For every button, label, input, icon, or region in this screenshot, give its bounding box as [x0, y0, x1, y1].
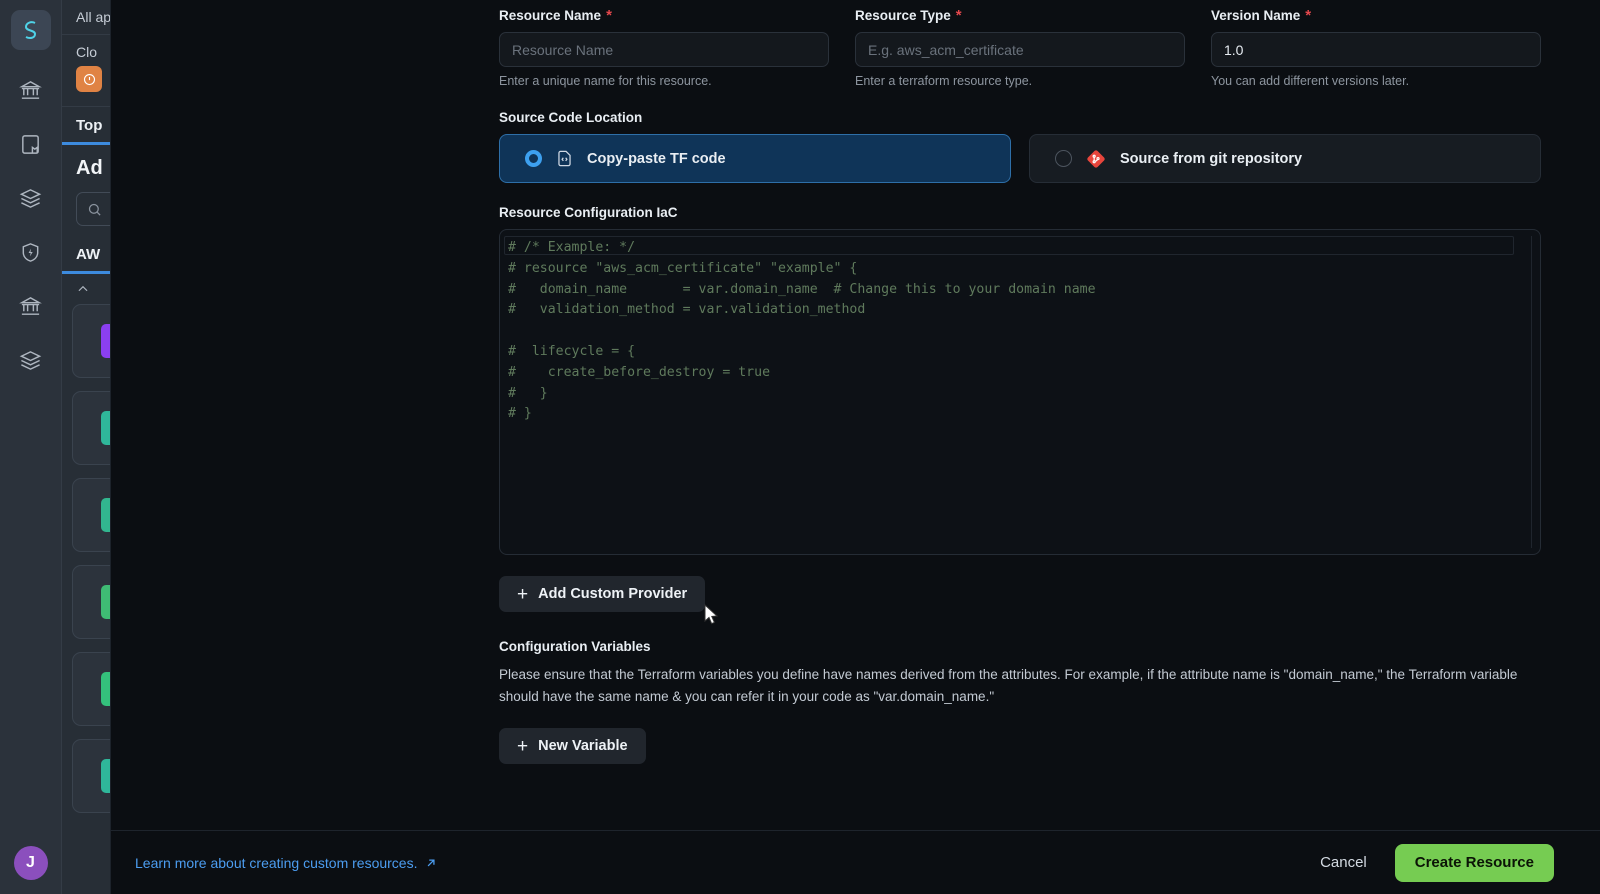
- external-link-icon: [428, 858, 436, 866]
- radio-unselected-icon: [1055, 150, 1072, 167]
- version-name-input[interactable]: [1211, 32, 1541, 67]
- sidebar-item-layers-1[interactable]: [9, 172, 53, 224]
- app-logo-icon: [24, 21, 36, 39]
- cancel-button[interactable]: Cancel: [1320, 854, 1367, 871]
- required-marker: *: [1305, 7, 1312, 24]
- code-file-icon: [558, 150, 571, 167]
- new-variable-row: + New Variable: [499, 728, 1541, 764]
- version-name-hint: You can add different versions later.: [1211, 74, 1410, 88]
- code-editor[interactable]: # /* Example: */ # resource "aws_acm_cer…: [499, 229, 1541, 555]
- resource-name-input[interactable]: [499, 32, 829, 67]
- field-resource-name: Resource Name * Enter a unique name for …: [499, 8, 829, 88]
- add-provider-row: + Add Custom Provider: [499, 576, 1541, 612]
- bank-icon: [19, 80, 42, 99]
- configuration-variables-section: Configuration Variables Please ensure th…: [499, 639, 1541, 764]
- plus-icon: +: [517, 735, 529, 757]
- option-label: Source from git repository: [1120, 150, 1303, 167]
- book-bookmark-icon: [22, 134, 39, 154]
- footer-actions: Cancel Create Resource: [1320, 843, 1554, 882]
- required-marker: *: [955, 7, 962, 24]
- version-name-label: Version Name *: [1211, 8, 1541, 23]
- resource-config-label: Resource Configuration IaC: [499, 205, 678, 220]
- resource-type-label: Resource Type *: [855, 8, 1185, 23]
- resource-name-hint: Enter a unique name for this resource.: [499, 74, 712, 88]
- label-text: Version Name: [1211, 8, 1301, 23]
- source-code-location-label: Source Code Location: [499, 110, 643, 125]
- label-text: Resource Name: [499, 8, 602, 23]
- icon-rail: J: [0, 0, 62, 894]
- layers-icon: [19, 350, 42, 370]
- sidebar-item-book[interactable]: [9, 118, 53, 170]
- button-label: Add Custom Provider: [538, 586, 688, 602]
- resource-type-input[interactable]: [855, 32, 1185, 67]
- shield-bolt-icon: [22, 242, 39, 262]
- search-icon: [88, 203, 101, 216]
- required-marker: *: [606, 7, 612, 24]
- resource-type-hint: Enter a terraform resource type.: [855, 74, 1033, 88]
- label-text: Resource Type: [855, 8, 951, 23]
- resource-name-label: Resource Name *: [499, 8, 829, 23]
- configuration-variables-note: Please ensure that the Terraform variabl…: [499, 667, 1518, 704]
- sidebar-item-security[interactable]: [9, 226, 53, 278]
- source-code-location-options: Copy-paste TF code Source from git repos…: [499, 134, 1541, 183]
- plus-icon: +: [517, 583, 529, 605]
- modal-body: Resource Name * Enter a unique name for …: [111, 0, 1600, 830]
- code-content[interactable]: # /* Example: */ # resource "aws_acm_cer…: [500, 236, 1540, 425]
- create-resource-modal: Resource Name * Enter a unique name for …: [110, 0, 1600, 894]
- app-logo[interactable]: [10, 10, 51, 50]
- fields-row: Resource Name * Enter a unique name for …: [499, 8, 1541, 88]
- create-resource-button[interactable]: Create Resource: [1394, 843, 1554, 882]
- aws-cloud-icon: [76, 66, 102, 92]
- field-version-name: Version Name * You can add different ver…: [1211, 8, 1541, 88]
- add-custom-provider-button[interactable]: + Add Custom Provider: [499, 576, 706, 612]
- avatar[interactable]: J: [13, 846, 48, 880]
- button-label: New Variable: [538, 738, 628, 754]
- option-copy-paste-tf-code[interactable]: Copy-paste TF code: [499, 134, 1011, 183]
- modal-footer: Learn more about creating custom resourc…: [111, 830, 1600, 894]
- bank-icon: [19, 296, 42, 315]
- all-apps-label: All ap: [76, 9, 112, 25]
- sidebar-item-bank-1[interactable]: [9, 64, 53, 116]
- git-diamond-icon: [1087, 149, 1105, 168]
- field-resource-type: Resource Type * Enter a terraform resour…: [855, 8, 1185, 88]
- sidebar-item-bank-2[interactable]: [9, 280, 53, 332]
- option-source-from-git[interactable]: Source from git repository: [1029, 134, 1541, 183]
- option-label: Copy-paste TF code: [587, 150, 726, 167]
- learn-more-link[interactable]: Learn more about creating custom resourc…: [135, 855, 438, 871]
- sidebar-item-layers-2[interactable]: [9, 334, 53, 386]
- configuration-variables-heading: Configuration Variables: [499, 639, 651, 654]
- learn-more-label: Learn more about creating custom resourc…: [135, 854, 418, 871]
- radio-selected-icon: [525, 150, 542, 167]
- new-variable-button[interactable]: + New Variable: [499, 728, 646, 764]
- layers-icon: [19, 188, 42, 208]
- chevron-up-icon: [78, 285, 88, 292]
